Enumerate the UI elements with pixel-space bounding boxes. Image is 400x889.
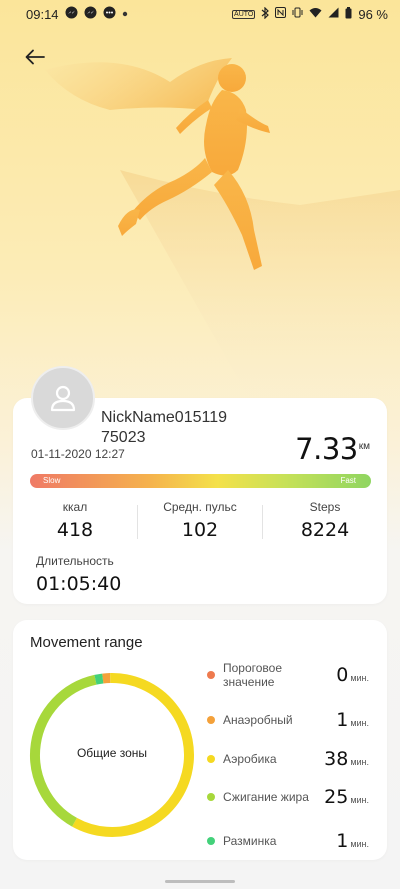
speed-bar: Slow Fast	[30, 474, 371, 488]
status-bar: 09:14 AUTO 96 %	[0, 0, 400, 28]
messenger-icon	[65, 6, 78, 22]
stat-steps-label: Steps	[309, 500, 341, 514]
zone-minutes-unit: мин.	[350, 757, 369, 767]
donut-segment-1	[102, 673, 111, 684]
zone-fat-burn: Сжигание жира 25 мин.	[207, 780, 369, 814]
messenger-icon	[84, 6, 97, 22]
zone-color-dot	[207, 755, 215, 763]
dot-icon	[122, 9, 128, 20]
auto-icon: AUTO	[232, 9, 256, 19]
arrow-left-icon	[25, 49, 45, 65]
user-nickname: NickName015119	[101, 409, 227, 426]
zone-threshold: Пороговое значение 0 мин.	[207, 658, 369, 692]
battery-icon	[345, 6, 352, 22]
divider	[262, 505, 263, 539]
status-bar-right: AUTO 96 %	[232, 6, 388, 22]
speed-bar-slow-label: Slow	[43, 476, 61, 485]
zone-color-dot	[207, 793, 215, 801]
status-bar-left: 09:14	[26, 6, 128, 22]
duration-label: Длительность	[36, 554, 114, 568]
stat-steps: Steps 8224	[270, 500, 380, 541]
divider	[137, 505, 138, 539]
chat-icon	[103, 6, 116, 22]
status-time: 09:14	[26, 6, 59, 22]
distance: 7.33 км	[295, 432, 370, 466]
zone-name: Анаэробный	[223, 713, 293, 727]
zone-color-dot	[207, 671, 215, 679]
zone-name: Аэробика	[223, 752, 277, 766]
zone-name: Пороговое значение	[223, 661, 283, 689]
stat-pulse-value: 102	[181, 519, 219, 541]
nfc-icon	[275, 7, 287, 21]
zone-minutes-value: 25	[324, 786, 349, 808]
wifi-icon	[309, 7, 322, 21]
zone-anaerobic: Анаэробный 1 мин.	[207, 703, 369, 737]
zone-minutes-value: 38	[324, 748, 349, 770]
stat-steps-value: 8224	[300, 519, 350, 541]
zone-color-dot	[207, 716, 215, 724]
zone-aerobic: Аэробика 38 мин.	[207, 742, 369, 776]
zone-minutes-value: 0	[336, 664, 349, 686]
back-button[interactable]	[22, 44, 48, 70]
zone-minutes-unit: мин.	[350, 718, 369, 728]
distance-value: 7.33	[295, 432, 358, 466]
bluetooth-icon	[261, 6, 270, 22]
user-icon	[50, 385, 76, 412]
signal-icon	[328, 7, 339, 21]
stat-pulse: Средн. пульс 102	[145, 500, 255, 541]
zone-minutes: 25 мин.	[324, 786, 369, 808]
zone-minutes: 1 мин.	[336, 830, 369, 852]
runner-illustration	[45, 58, 400, 400]
zone-minutes-unit: мин.	[350, 795, 369, 805]
zone-color-dot	[207, 837, 215, 845]
donut-center-label: Общие зоны	[76, 746, 148, 760]
zone-minutes-unit: мин.	[350, 839, 369, 849]
zone-minutes: 38 мин.	[324, 748, 369, 770]
duration-value: 01:05:40	[36, 573, 122, 595]
stat-calories-value: 418	[56, 519, 94, 541]
zone-minutes: 0 мин.	[336, 664, 369, 686]
donut-segment-4	[94, 673, 104, 685]
distance-unit: км	[358, 441, 370, 452]
vibrate-icon	[292, 7, 303, 21]
zone-minutes-value: 1	[336, 709, 349, 731]
duration: Длительность 01:05:40	[36, 554, 121, 595]
home-indicator[interactable]	[165, 880, 235, 883]
stat-calories: ккал 418	[20, 500, 130, 541]
speed-bar-fast-label: Fast	[340, 476, 356, 485]
battery-percent: 96 %	[358, 6, 388, 22]
avatar[interactable]	[31, 366, 95, 430]
user-nickname-line2: 75023	[101, 429, 146, 446]
movement-range-title: Movement range	[30, 634, 143, 651]
workout-datetime: 01-11-2020 12:27	[31, 447, 125, 461]
zone-minutes: 1 мин.	[336, 709, 369, 731]
zone-minutes-unit: мин.	[350, 673, 369, 683]
zone-minutes-value: 1	[336, 830, 349, 852]
zone-warm-up: Разминка 1 мин.	[207, 824, 369, 858]
zone-name: Сжигание жира	[223, 790, 309, 804]
stat-calories-label: ккал	[62, 500, 88, 514]
zone-name: Разминка	[223, 834, 277, 848]
stat-pulse-label: Средн. пульс	[163, 500, 237, 514]
